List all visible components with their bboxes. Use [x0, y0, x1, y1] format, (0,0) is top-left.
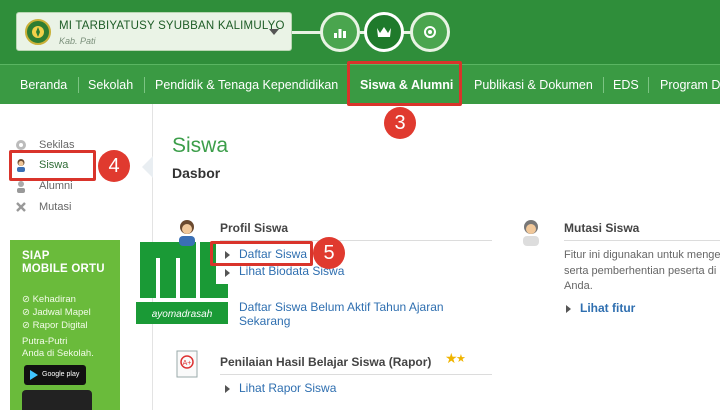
google-play-icon — [30, 370, 38, 380]
nav-item-pendidik[interactable]: Pendidik & Tenaga Kependidikan — [155, 65, 338, 105]
banner-feature: ⊘ Rapor Digital — [22, 320, 88, 331]
student-icon — [179, 220, 195, 246]
connector-line — [292, 31, 322, 34]
banner-feature: ⊘ Kehadiran — [22, 294, 76, 305]
banner-title: SIAP MOBILE ORTU — [22, 250, 105, 276]
step-badge-3: 3 — [384, 107, 416, 139]
mutasi-desc: serta pemberhentian peserta di — [564, 265, 717, 277]
chevron-down-icon[interactable] — [269, 29, 279, 35]
school-region: Kab. Pati — [59, 36, 96, 46]
step-badge-4: 4 — [98, 150, 130, 182]
nav-divider — [648, 77, 649, 93]
highlight-box-sidebar — [9, 150, 96, 181]
gear-flower-icon[interactable] — [410, 12, 450, 52]
star-icon: ★ — [456, 353, 466, 365]
mutasi-desc: Anda. — [564, 280, 593, 292]
nav-item-eds[interactable]: EDS — [613, 65, 639, 105]
crown-icon[interactable] — [364, 12, 404, 52]
section-divider — [220, 374, 492, 375]
daftar-siswa-belum-aktif-link[interactable]: Daftar Siswa Belum Aktif Tahun Ajaran Se… — [239, 300, 444, 328]
phone-illustration — [22, 390, 92, 410]
caret-right-icon — [225, 269, 230, 277]
report-card-icon: A+ — [176, 350, 198, 378]
banner-title-line2: MOBILE ORTU — [22, 263, 105, 275]
lihat-rapor-link[interactable]: Lihat Rapor Siswa — [239, 381, 336, 395]
active-pointer-icon — [142, 156, 153, 178]
link-line: Daftar Siswa Belum Aktif Tahun Ajaran — [239, 300, 444, 314]
graduate-icon — [17, 181, 25, 193]
highlight-box-nav — [347, 61, 462, 106]
page-title: Siswa — [172, 134, 229, 157]
banner-tagline: Anda di Sekolah. — [22, 348, 94, 359]
top-header: MI TARBIYATUSY SYUBBAN KALIMULYO Kab. Pa… — [0, 0, 720, 64]
school-selector[interactable]: MI TARBIYATUSY SYUBBAN KALIMULYO Kab. Pa… — [16, 12, 292, 51]
banner-feature: ⊘ Jadwal Mapel — [22, 307, 91, 318]
cross-icon — [16, 202, 26, 212]
mutasi-desc: Fitur ini digunakan untuk menge — [564, 249, 720, 261]
building-chart-icon[interactable] — [320, 12, 360, 52]
nav-item-publikasi[interactable]: Publikasi & Dokumen — [474, 65, 593, 105]
google-play-label: Google play — [42, 371, 80, 378]
nav-item-program[interactable]: Program D — [660, 65, 720, 105]
caret-right-icon — [566, 305, 571, 313]
link-line: Sekarang — [239, 314, 291, 328]
highlight-box-link — [210, 241, 313, 266]
page-subtitle: Dasbor — [172, 165, 221, 181]
sidebar-item-label: Mutasi — [39, 201, 72, 213]
banner-title-line1: SIAP — [22, 250, 50, 262]
section-divider — [564, 240, 720, 241]
profil-siswa-title: Profil Siswa — [220, 221, 289, 235]
graduate-icon — [523, 220, 539, 246]
rapor-title: Penilaian Hasil Belajar Siswa (Rapor) — [220, 355, 432, 369]
mutasi-siswa-title: Mutasi Siswa — [564, 221, 640, 235]
lihat-fitur-link[interactable]: Lihat fitur — [580, 301, 635, 315]
page: MI TARBIYATUSY SYUBBAN KALIMULYO Kab. Pa… — [0, 0, 720, 410]
nav-item-sekolah[interactable]: Sekolah — [88, 65, 133, 105]
svg-text:A+: A+ — [183, 360, 192, 367]
nav-divider — [603, 77, 604, 93]
google-play-badge[interactable]: Google play — [24, 365, 86, 385]
school-logo-icon — [25, 19, 51, 45]
nav-divider — [78, 77, 79, 93]
caret-right-icon — [225, 385, 230, 393]
nav-item-beranda[interactable]: Beranda — [20, 65, 67, 105]
svg-text:ayomadrasah: ayomadrasah — [152, 309, 213, 320]
step-badge-5: 5 — [313, 237, 345, 269]
school-name: MI TARBIYATUSY SYUBBAN KALIMULYO — [59, 20, 285, 32]
banner-tagline: Putra-Putri — [22, 336, 68, 347]
nav-divider — [144, 77, 145, 93]
